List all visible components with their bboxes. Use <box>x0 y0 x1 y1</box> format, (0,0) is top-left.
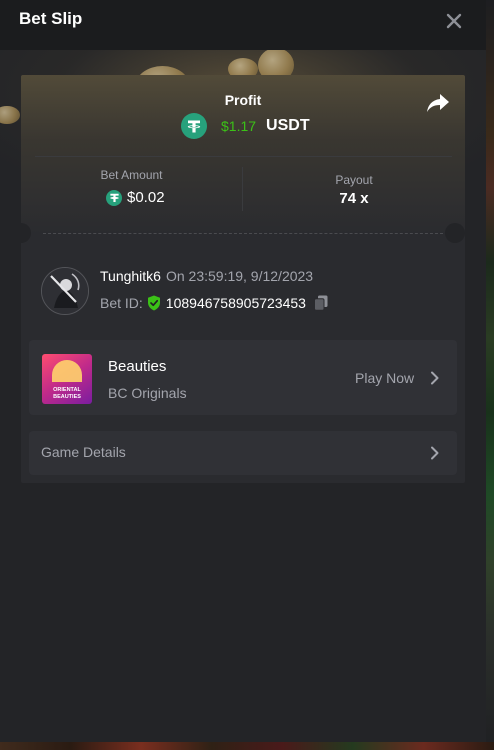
divider <box>35 156 452 157</box>
shield-check-icon <box>147 295 160 311</box>
bet-amount-value: $0.02 <box>127 189 165 206</box>
payout-label: Payout <box>335 173 373 187</box>
thumb-text: BEAUTIES <box>53 394 81 400</box>
profit-row: $1.17 USDT <box>181 112 310 140</box>
dashed-divider <box>43 233 443 234</box>
bet-amount-label: Bet Amount <box>100 168 163 182</box>
bet-id-line: Bet ID: 108946758905723453 <box>100 295 328 311</box>
background-strip-bottom <box>0 742 494 750</box>
bet-timestamp: On 23:59:19, 9/12/2023 <box>165 268 314 284</box>
payout-value: 74 x <box>339 190 369 207</box>
share-icon[interactable] <box>426 93 450 113</box>
tether-icon <box>106 189 122 206</box>
bet-id-label: Bet ID: <box>100 295 143 311</box>
close-icon[interactable] <box>443 10 465 32</box>
chevron-right-icon <box>431 446 439 460</box>
thumb-text: ORIENTAL <box>53 387 81 393</box>
profit-label: Profit <box>224 92 262 108</box>
game-thumbnail: ORIENTAL BEAUTIES <box>42 354 92 404</box>
background-strip <box>486 0 494 750</box>
chevron-right-icon <box>431 371 439 385</box>
avatar[interactable] <box>41 267 89 315</box>
modal-title: Bet Slip <box>19 9 83 28</box>
play-now-button[interactable]: Play Now <box>355 370 414 386</box>
game-details-label: Game Details <box>41 444 126 460</box>
game-name: Beauties <box>108 358 167 375</box>
bet-id-value: 108946758905723453 <box>165 295 306 311</box>
bet-slip-modal: Bet Slip Profit $1.17 USDT Bet Amount $0… <box>0 0 486 742</box>
username[interactable]: Tunghitk6 <box>100 268 161 284</box>
coin-decoration <box>0 106 20 124</box>
profit-currency: USDT <box>266 117 310 134</box>
game-provider: BC Originals <box>108 385 187 401</box>
game-row[interactable]: ORIENTAL BEAUTIES Beauties BC Originals … <box>29 340 457 415</box>
profit-value: $1.17 <box>221 118 257 134</box>
ticket-notch <box>445 223 465 243</box>
modal-header: Bet Slip <box>0 0 486 50</box>
fan-graphic <box>52 360 82 382</box>
bet-amount-row: $0.02 <box>106 189 165 206</box>
copy-icon[interactable] <box>313 295 328 311</box>
bet-card: Profit $1.17 USDT Bet Amount $0.02 Payou… <box>21 75 465 483</box>
game-details-row[interactable]: Game Details <box>29 431 457 475</box>
user-line: Tunghitk6 On 23:59:19, 9/12/2023 <box>100 268 313 284</box>
tether-icon <box>181 113 207 139</box>
